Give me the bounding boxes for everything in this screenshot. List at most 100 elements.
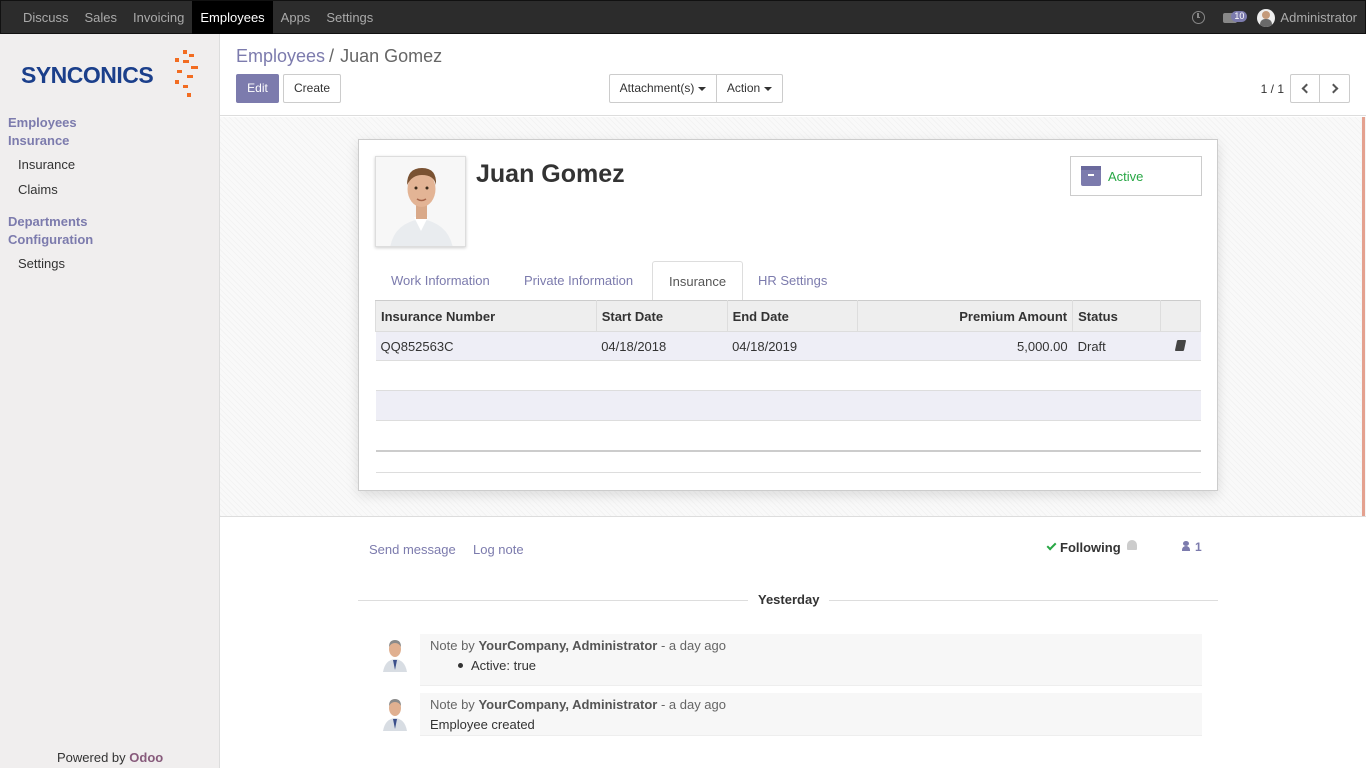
cell-start-date: 04/18/2018 (596, 331, 728, 361)
message-item: Note by YourCompany, Administrator - a d… (420, 634, 1202, 686)
tab-hr-settings[interactable]: HR Settings (742, 261, 843, 301)
logo-text: SYNCONICS (21, 62, 154, 88)
table-row-empty (375, 360, 1201, 391)
cell-premium-amount: 5,000.00 (857, 331, 1073, 361)
employee-name: Juan Gomez (476, 160, 625, 188)
caret-down-icon (698, 86, 707, 91)
active-toggle-button[interactable]: Active (1070, 156, 1202, 196)
message-author[interactable]: YourCompany, Administrator (478, 638, 657, 653)
form-view: Juan Gomez Active Work Information Priva… (220, 117, 1366, 768)
message-time: - a day ago (660, 697, 726, 712)
pager-next-button[interactable] (1319, 74, 1350, 103)
column-start-date[interactable]: Start Date (595, 300, 728, 332)
pager-value[interactable]: 1 / 1 (1261, 82, 1284, 96)
cell-action (1160, 331, 1201, 361)
logo-mark-icon (161, 50, 201, 98)
breadcrumb-employees[interactable]: Employees (236, 46, 325, 66)
company-logo: SYNCONICS (21, 50, 211, 100)
menu-discuss[interactable]: Discuss (15, 1, 77, 34)
breadcrumb: Employees / Juan Gomez (236, 46, 442, 67)
breadcrumb-separator: / (329, 46, 335, 66)
tab-private-information[interactable]: Private Information (508, 261, 649, 301)
send-message-button[interactable]: Send message (369, 542, 456, 557)
day-label: Yesterday (748, 592, 830, 607)
author-avatar[interactable] (381, 695, 409, 731)
author-avatar-image (381, 636, 409, 672)
author-avatar[interactable] (381, 636, 409, 672)
message-time: - a day ago (660, 638, 726, 653)
edit-button[interactable]: Edit (236, 74, 279, 103)
chevron-left-icon (1301, 83, 1312, 94)
employee-photo[interactable] (375, 156, 466, 247)
odoo-link[interactable]: Odoo (129, 750, 163, 765)
table-row-empty (375, 420, 1201, 452)
menu-settings[interactable]: Settings (318, 1, 381, 34)
message-body: Active: true (420, 655, 1202, 679)
active-label: Active (1108, 169, 1144, 184)
cell-insurance-number: QQ852563C (375, 331, 597, 361)
messages-icon[interactable]: 10 (1223, 10, 1248, 23)
top-navbar: Discuss Sales Invoicing Employees Apps S… (0, 0, 1366, 34)
message-prefix: Note by (430, 697, 475, 712)
message-prefix: Note by (430, 638, 475, 653)
book-icon[interactable] (1174, 339, 1187, 351)
message-header: Note by YourCompany, Administrator - a d… (420, 634, 1202, 655)
pager-previous-button[interactable] (1290, 74, 1320, 103)
column-status[interactable]: Status (1072, 300, 1162, 332)
sidebar-section-insurance[interactable]: Insurance (8, 132, 69, 150)
table-row-empty (375, 390, 1201, 421)
create-button[interactable]: Create (283, 74, 341, 103)
main-menu: Discuss Sales Invoicing Employees Apps S… (15, 1, 381, 34)
menu-invoicing[interactable]: Invoicing (125, 1, 192, 34)
tab-work-information[interactable]: Work Information (375, 261, 506, 301)
tab-insurance[interactable]: Insurance (652, 261, 744, 301)
action-dropdown[interactable]: Action (716, 74, 783, 103)
control-panel: Employees / Juan Gomez Edit Create Attachm… (220, 34, 1366, 116)
sidebar-item-insurance[interactable]: Insurance (18, 157, 75, 172)
message-author[interactable]: YourCompany, Administrator (478, 697, 657, 712)
check-icon (1046, 540, 1057, 551)
sidebar-section-configuration[interactable]: Configuration (8, 231, 93, 249)
powered-by: Powered by Odoo (57, 750, 163, 765)
follower-count[interactable]: 1 (1195, 540, 1202, 554)
sidebar-item-settings[interactable]: Settings (18, 256, 65, 271)
following-label: Following (1060, 540, 1121, 555)
column-premium-amount[interactable]: Premium Amount (857, 300, 1074, 332)
action-label: Action (726, 81, 761, 95)
archive-icon (1081, 166, 1101, 186)
column-actions (1160, 300, 1201, 332)
powered-by-label: Powered by (57, 750, 126, 765)
bell-icon[interactable] (1127, 540, 1137, 550)
followers-user-icon[interactable] (1182, 541, 1190, 551)
sidebar: SYNCONICS Employees Insurance Insurance … (0, 34, 220, 768)
systray: 10 Administrator (1192, 1, 1357, 34)
cell-status: Draft (1072, 331, 1161, 361)
attachments-dropdown[interactable]: Attachment(s) (609, 74, 717, 103)
breadcrumb-current: Juan Gomez (340, 46, 443, 66)
user-menu[interactable]: Administrator (1280, 10, 1357, 25)
activity-clock-icon[interactable] (1192, 11, 1206, 24)
user-avatar[interactable] (1257, 8, 1276, 27)
author-avatar-image (381, 695, 409, 731)
sidebar-item-claims[interactable]: Claims (18, 182, 58, 197)
table-row[interactable]: QQ852563C 04/18/2018 04/18/2019 5,000.00… (375, 331, 1201, 361)
cell-end-date: 04/18/2019 (727, 331, 858, 361)
table-footer (375, 450, 1201, 473)
attachments-label: Attachment(s) (619, 81, 695, 95)
message-count-badge: 10 (1231, 10, 1248, 22)
menu-employees[interactable]: Employees (192, 1, 273, 34)
message-header: Note by YourCompany, Administrator - a d… (420, 693, 1202, 714)
menu-apps[interactable]: Apps (273, 1, 319, 34)
following-button[interactable]: Following (1046, 540, 1121, 555)
message-item: Note by YourCompany, Administrator - a d… (420, 693, 1202, 736)
log-note-button[interactable]: Log note (473, 542, 524, 557)
bullet-icon (458, 663, 463, 669)
menu-sales[interactable]: Sales (77, 1, 126, 34)
column-insurance-number[interactable]: Insurance Number (375, 300, 597, 332)
form-sheet: Juan Gomez Active Work Information Priva… (358, 139, 1218, 491)
sidebar-section-departments[interactable]: Departments (8, 213, 87, 231)
notebook-tabs: Work Information Private Information Ins… (375, 261, 1201, 301)
column-end-date[interactable]: End Date (726, 300, 859, 332)
sidebar-section-employees[interactable]: Employees (8, 114, 77, 132)
caret-down-icon (764, 86, 773, 91)
